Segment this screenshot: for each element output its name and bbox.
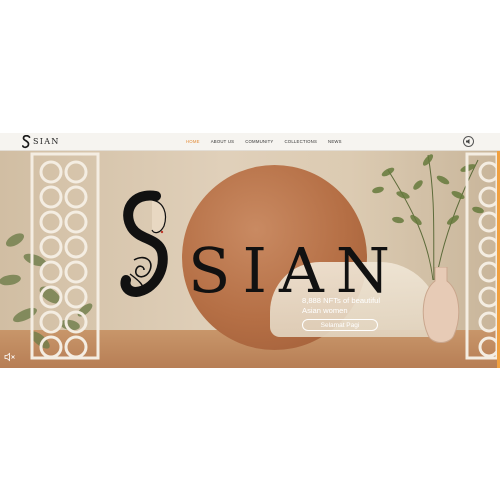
woman-portrait-s-icon: [120, 190, 168, 298]
ceramic-vase-decoration: [422, 267, 460, 343]
nav-item-news[interactable]: NEWS: [328, 139, 342, 144]
nav-item-about-us[interactable]: ABOUT US: [211, 139, 235, 144]
nav-item-collections[interactable]: COLLECTIONS: [285, 139, 318, 144]
left-lattice-screen: [30, 152, 100, 360]
brand-name: SIAN: [33, 137, 60, 146]
speaker-muted-icon: [4, 352, 15, 362]
website-viewport: SIAN HOME ABOUT US COMMUNITY COLLECTIONS…: [0, 133, 500, 368]
hero-banner: SIAN 8,888 NFTs of beautiful Asian women…: [0, 150, 500, 368]
hero-tagline: 8,888 NFTs of beautiful Asian women: [302, 296, 381, 315]
woman-silhouette-logo-icon: [22, 134, 31, 148]
speaker-icon: [466, 139, 470, 144]
hero-sian-logo: SIAN: [120, 190, 390, 307]
main-navigation: HOME ABOUT US COMMUNITY COLLECTIONS NEWS: [186, 133, 342, 150]
right-lattice-screen: [465, 152, 500, 360]
brand-logo[interactable]: SIAN: [22, 134, 60, 149]
mute-button[interactable]: [4, 349, 16, 362]
nav-item-community[interactable]: COMMUNITY: [245, 139, 273, 144]
sound-toggle-button[interactable]: [463, 136, 474, 147]
nav-item-home[interactable]: HOME: [186, 139, 200, 144]
top-navbar: SIAN HOME ABOUT US COMMUNITY COLLECTIONS…: [0, 133, 500, 151]
greeting-button[interactable]: Selamat Pagi: [302, 319, 378, 331]
